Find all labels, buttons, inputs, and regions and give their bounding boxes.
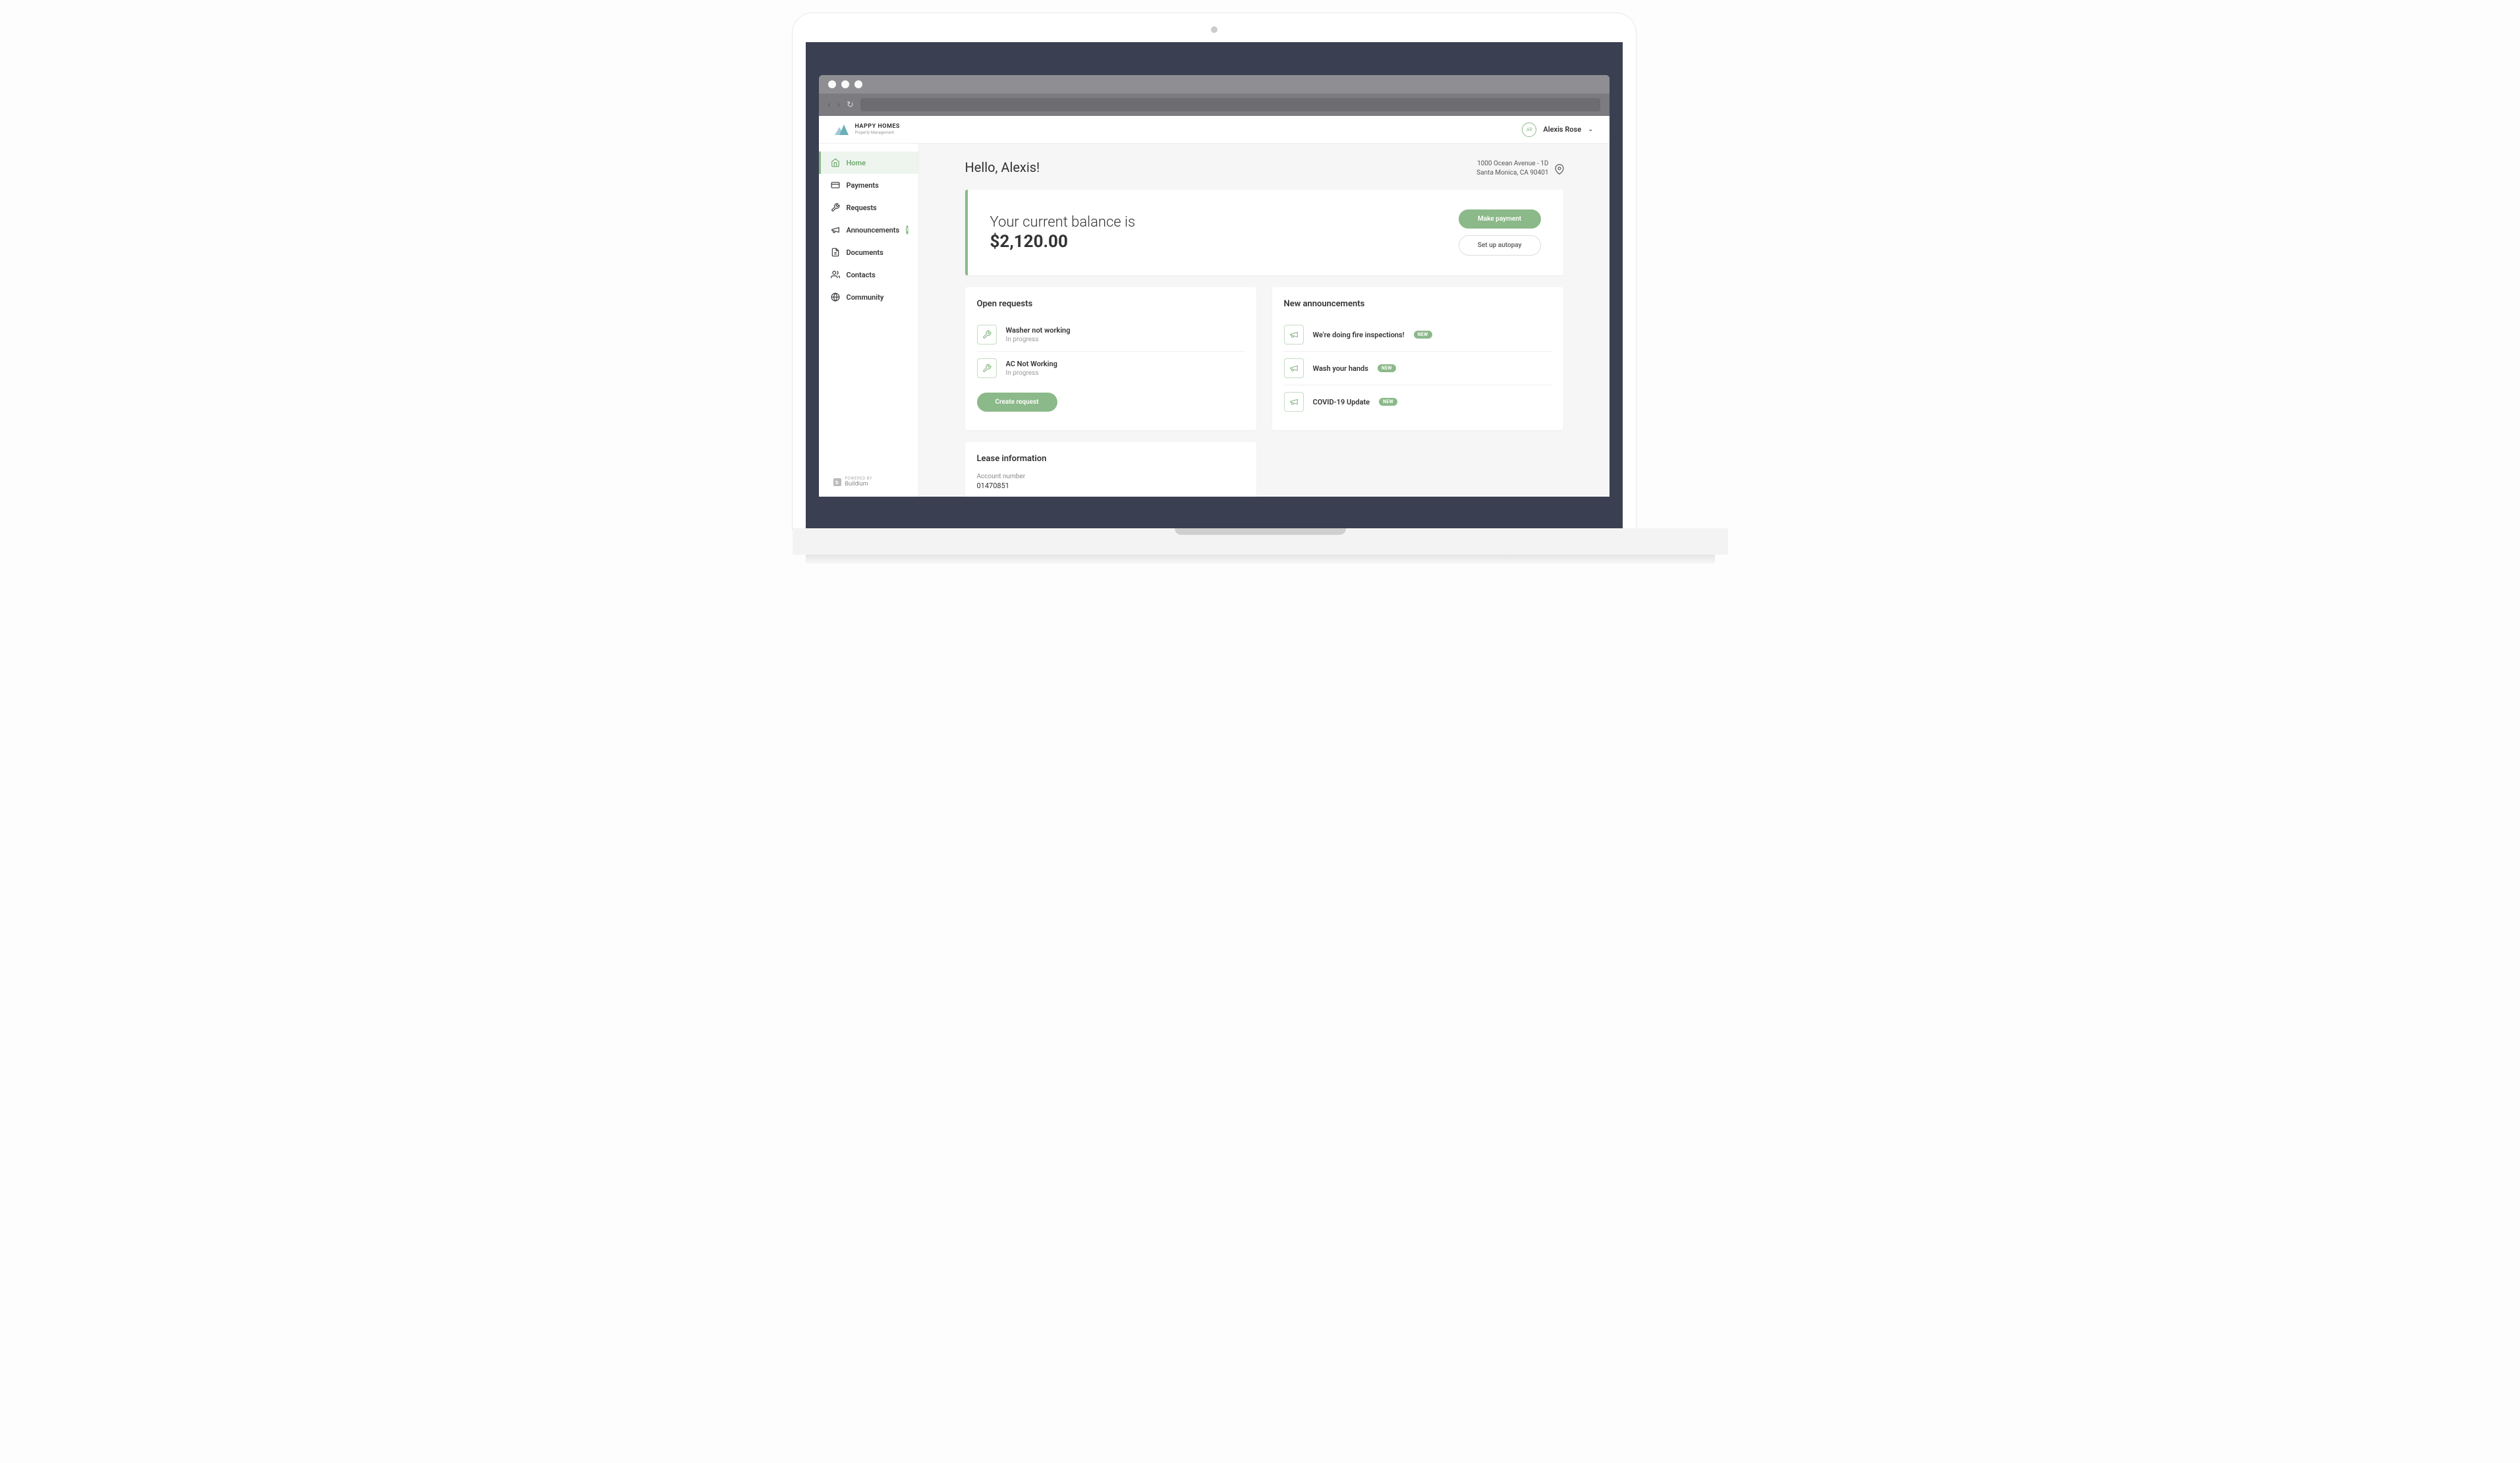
make-payment-button[interactable]: Make payment	[1459, 209, 1541, 229]
sidebar-item-label: Announcements	[847, 226, 900, 235]
sidebar-item-label: Contacts	[847, 271, 876, 279]
new-badge: NEW	[1379, 398, 1397, 406]
logo[interactable]: HAPPY HOMES Property Management	[835, 124, 900, 135]
request-row[interactable]: Washer not working In progress	[977, 318, 1245, 352]
sidebar-item-label: Home	[847, 159, 866, 167]
browser-forward-icon[interactable]: ›	[837, 99, 840, 110]
device-screen: ‹ › ↻ HAPPY	[806, 42, 1623, 530]
megaphone-icon	[1284, 325, 1304, 345]
request-status: In progress	[1006, 336, 1245, 343]
wrench-icon	[977, 325, 997, 345]
sidebar-item-contacts[interactable]: Contacts	[819, 263, 918, 286]
address-line1: 1000 Ocean Avenue - 1D	[1476, 159, 1548, 169]
announcements-card: New announcements We're doing fire inspe…	[1272, 287, 1563, 430]
balance-label: Your current balance is	[990, 213, 1136, 233]
greeting: Hello, Alexis!	[965, 159, 1040, 175]
browser-titlebar	[819, 75, 1610, 94]
window-close-icon[interactable]	[828, 80, 836, 88]
browser-window: ‹ › ↻ HAPPY	[819, 75, 1610, 497]
camera-dot	[1211, 26, 1218, 33]
announcement-row[interactable]: We're doing fire inspections! NEW	[1284, 318, 1552, 352]
balance-amount: $2,120.00	[990, 232, 1136, 252]
card-title: Lease information	[977, 454, 1245, 464]
laptop-notch	[1175, 528, 1346, 535]
announcement-title: Wash your hands	[1313, 364, 1368, 373]
logo-icon	[835, 124, 849, 135]
sidebar-item-requests[interactable]: Requests	[819, 196, 918, 219]
app-window: HAPPY HOMES Property Management AR Alexi…	[819, 116, 1610, 497]
announcement-title: We're doing fire inspections!	[1313, 331, 1405, 339]
laptop-base	[793, 530, 1728, 564]
users-icon	[831, 270, 840, 279]
user-menu[interactable]: AR Alexis Rose ⌄	[1522, 123, 1593, 137]
card-title: New announcements	[1284, 299, 1552, 309]
home-icon	[831, 158, 840, 167]
powered-by-name: Buildium	[845, 482, 872, 487]
window-minimize-icon[interactable]	[841, 80, 849, 88]
cards-row: Open requests Washer not working	[965, 287, 1563, 430]
megaphone-icon	[1284, 358, 1304, 378]
app-header: HAPPY HOMES Property Management AR Alexi…	[819, 116, 1610, 144]
buildium-icon: b	[833, 478, 841, 486]
announcement-row[interactable]: Wash your hands NEW	[1284, 352, 1552, 385]
browser-urlbar: ‹ › ↻	[819, 94, 1610, 116]
request-title: AC Not Working	[1006, 360, 1245, 368]
browser-url-field[interactable]	[860, 98, 1600, 111]
announcements-badge: 3	[906, 225, 909, 235]
sidebar: Home Payments	[819, 144, 919, 497]
browser-back-icon[interactable]: ‹	[828, 99, 831, 110]
laptop-frame: ‹ › ↻ HAPPY	[793, 13, 1636, 530]
new-badge: NEW	[1378, 364, 1396, 372]
sidebar-item-documents[interactable]: Documents	[819, 241, 918, 263]
lease-account-label: Account number	[977, 473, 1245, 480]
logo-title: HAPPY HOMES	[855, 124, 900, 130]
lease-card: Lease information Account number 0147085…	[965, 442, 1256, 497]
create-request-button[interactable]: Create request	[977, 393, 1057, 412]
chevron-down-icon: ⌄	[1588, 126, 1593, 133]
powered-by: b POWERED BY Buildium	[819, 468, 918, 497]
app-body: Home Payments	[819, 144, 1610, 497]
sidebar-item-label: Requests	[847, 204, 877, 212]
avatar: AR	[1522, 123, 1536, 137]
document-icon	[831, 248, 840, 257]
megaphone-icon	[831, 225, 840, 235]
user-name: Alexis Rose	[1543, 125, 1581, 134]
globe-icon	[831, 292, 840, 302]
balance-card: Your current balance is $2,120.00 Make p…	[965, 190, 1563, 275]
request-row[interactable]: AC Not Working In progress	[977, 352, 1245, 385]
announcement-title: COVID-19 Update	[1313, 398, 1370, 406]
request-title: Washer not working	[1006, 326, 1245, 335]
announcement-row[interactable]: COVID-19 Update NEW	[1284, 385, 1552, 418]
location-pin-icon	[1554, 164, 1563, 173]
request-status: In progress	[1006, 370, 1245, 377]
wrench-icon	[977, 358, 997, 378]
address[interactable]: 1000 Ocean Avenue - 1D Santa Monica, CA …	[1476, 159, 1563, 178]
main-content: Hello, Alexis! 1000 Ocean Avenue - 1D Sa…	[919, 144, 1610, 497]
setup-autopay-button[interactable]: Set up autopay	[1459, 235, 1541, 256]
sidebar-item-payments[interactable]: Payments	[819, 174, 918, 196]
sidebar-item-home[interactable]: Home	[819, 152, 918, 174]
new-badge: NEW	[1414, 331, 1432, 339]
page-head: Hello, Alexis! 1000 Ocean Avenue - 1D Sa…	[965, 159, 1563, 178]
logo-subtitle: Property Management	[855, 131, 900, 135]
sidebar-item-announcements[interactable]: Announcements 3	[819, 219, 918, 241]
sidebar-nav: Home Payments	[819, 144, 918, 316]
sidebar-item-label: Community	[847, 293, 884, 302]
window-maximize-icon[interactable]	[854, 80, 862, 88]
open-requests-card: Open requests Washer not working	[965, 287, 1256, 430]
sidebar-item-community[interactable]: Community	[819, 286, 918, 308]
browser-reload-icon[interactable]: ↻	[847, 100, 854, 110]
wrench-icon	[831, 203, 840, 212]
megaphone-icon	[1284, 392, 1304, 412]
lease-account-value: 01470851	[977, 482, 1245, 490]
sidebar-item-label: Documents	[847, 248, 883, 257]
address-line2: Santa Monica, CA 90401	[1476, 169, 1548, 178]
sidebar-item-label: Payments	[847, 181, 879, 190]
card-title: Open requests	[977, 299, 1245, 309]
card-icon	[831, 180, 840, 190]
